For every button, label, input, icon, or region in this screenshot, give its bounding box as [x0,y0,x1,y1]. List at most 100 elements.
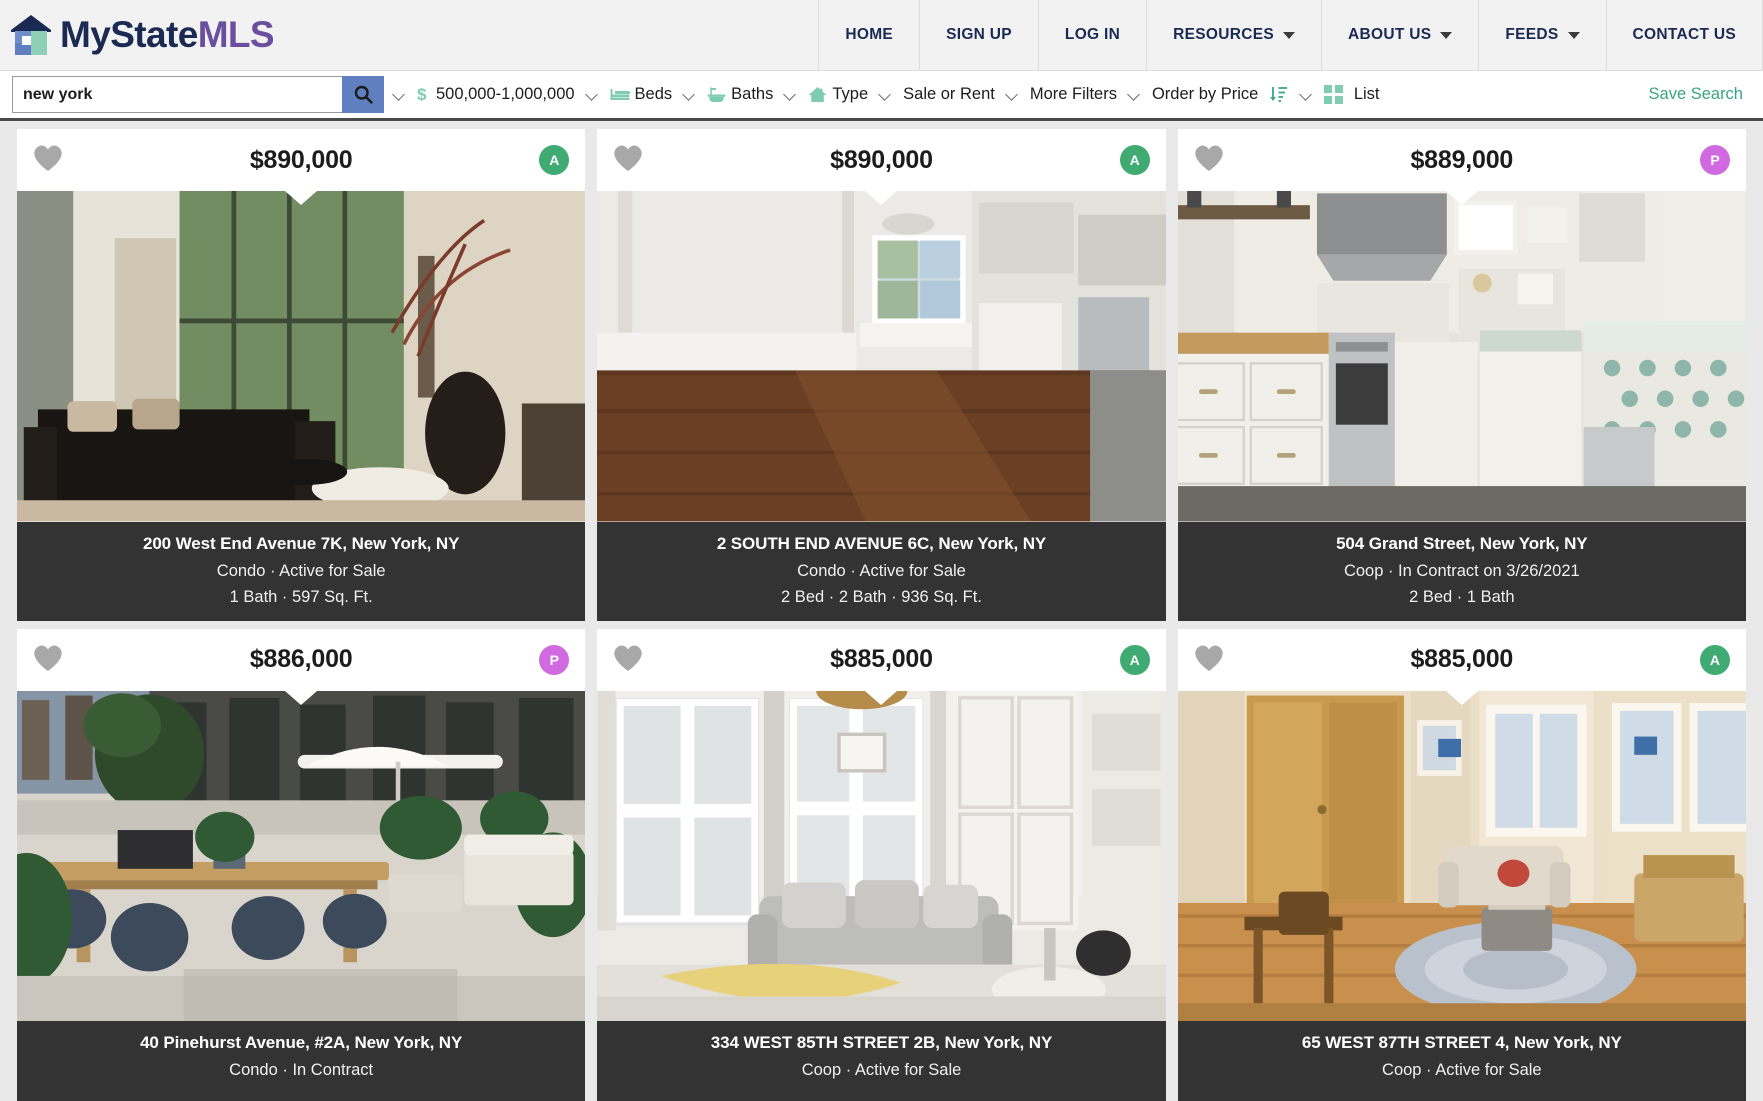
chevron-down-icon [1440,31,1453,39]
listing-address[interactable]: 2 SOUTH END AVENUE 6C, New York, NY [605,534,1157,554]
listing-meta: Condo · Active for Sale [216,561,386,580]
photo-notch [285,191,318,205]
filter-order-by-label: Order by Price [1151,85,1259,103]
listing-card[interactable]: $890,000 A [11,121,592,621]
listing-address[interactable]: 334 WEST 85TH STREET 2B, New York, NY [605,1033,1157,1053]
filter-price[interactable]: $ 500,000-1,000,000 [415,85,577,104]
filter-sale-or-rent[interactable]: Sale or Rent [901,85,997,104]
nav-item-sign-up[interactable]: SIGN UP [919,0,1038,70]
nav-label: SIGN UP [946,26,1012,43]
search-button[interactable] [342,76,384,113]
chevron-down-icon[interactable] [784,88,797,101]
nav-item-contact-us[interactable]: CONTACT US [1605,0,1763,70]
listing-meta: Coop · In Contract on 3/26/2021 [1343,561,1580,580]
site-logo[interactable]: MyStateMLS [0,0,275,70]
status-badge: A [1119,644,1150,675]
listing-address[interactable]: 40 Pinehurst Avenue, #2A, New York, NY [25,1033,577,1053]
filter-price-label: 500,000-1,000,000 [436,85,575,103]
chevron-down-icon[interactable] [586,88,599,101]
listing-photo[interactable] [1177,690,1746,1021]
listing-details: 334 WEST 85TH STREET 2B, New York, NY Co… [597,1021,1166,1101]
listing-photo[interactable] [597,191,1166,522]
listing-details: 2 SOUTH END AVENUE 6C, New York, NY Cond… [597,521,1166,621]
chevron-down-icon[interactable] [1006,88,1019,101]
search-box [12,76,384,113]
filter-type[interactable]: Type [806,85,870,104]
listing-card[interactable]: $885,000 A [591,620,1172,1101]
nav-item-home[interactable]: HOME [818,0,919,70]
chevron-down-icon[interactable] [1300,88,1313,101]
photo-kitchen-white-cabinets [1177,191,1746,522]
listing-price: $890,000 [249,145,353,174]
listing-address[interactable]: 200 West End Avenue 7K, New York, NY [25,534,577,554]
nav-item-feeds[interactable]: FEEDS [1478,0,1605,70]
favorite-heart-icon[interactable] [31,142,65,178]
chevron-down-icon[interactable] [683,88,696,101]
listing-card[interactable]: $890,000 A [591,121,1172,621]
status-badge: A [1119,145,1150,175]
listing-card-header: $885,000 A [1177,628,1746,691]
chevron-down-icon[interactable] [1128,88,1141,101]
filter-controls: $ 500,000-1,000,000 Beds Baths Type Sale… [384,71,1751,118]
filter-view-mode[interactable]: List [1322,85,1381,104]
photo-notch [1445,191,1478,205]
listing-grid: $890,000 A 200 West End Avenue 7K, New Y… [0,121,1763,1101]
grid-icon [1324,85,1343,104]
sort-descending-icon[interactable] [1269,85,1289,104]
listing-price: $885,000 [1410,645,1514,673]
logo-text-my: My [60,14,111,55]
logo-text-mls: MLS [197,14,275,55]
listing-specs: 2 Bed · 2 Bath · 936 Sq. Ft. [781,587,982,606]
listing-price: $885,000 [830,645,933,673]
save-search-link[interactable]: Save Search [1649,85,1751,104]
chevron-down-icon [1283,31,1295,39]
chevron-down-icon[interactable] [393,88,406,101]
photo-notch [865,191,898,205]
dollar-icon: $ [417,85,431,104]
nav-item-about-us[interactable]: ABOUT US [1321,0,1478,70]
filter-more-filters-label: More Filters [1029,85,1117,103]
listing-specs: 1 Bath · 597 Sq. Ft. [229,587,373,606]
bed-icon [610,87,630,102]
photo-living-room-gray-sofa [597,690,1166,1021]
listing-meta: Condo · In Contract [229,1061,374,1079]
status-badge: A [1699,644,1730,675]
listing-address[interactable]: 504 Grand Street, New York, NY [1186,534,1738,554]
favorite-heart-icon[interactable] [1192,142,1226,178]
listing-price: $886,000 [249,645,353,673]
listing-details: 504 Grand Street, New York, NY Coop · In… [1177,521,1746,621]
filter-order-by[interactable]: Order by Price [1150,85,1291,104]
listing-photo[interactable] [597,690,1166,1021]
listing-card[interactable]: $889,000 P 504 Grand Street, New York, N… [1171,121,1752,621]
favorite-heart-icon[interactable] [31,642,65,678]
house-logo-icon [8,12,54,58]
photo-empty-room-wood-floor [597,191,1166,522]
filter-beds[interactable]: Beds [608,85,675,104]
chevron-down-icon [1567,31,1580,39]
listing-details: 200 West End Avenue 7K, New York, NY Con… [17,521,586,621]
listing-photo[interactable] [17,191,586,522]
favorite-heart-icon[interactable] [1192,642,1226,678]
listing-card[interactable]: $885,000 A [1171,620,1752,1101]
main-navigation: HOME SIGN UP LOG IN RESOURCES ABOUT US F… [818,0,1763,70]
filter-baths[interactable]: Baths [705,85,775,104]
status-badge: P [1699,145,1730,175]
nav-item-log-in[interactable]: LOG IN [1037,0,1146,70]
filter-more-filters[interactable]: More Filters [1028,85,1119,104]
listing-card-header: $886,000 P [17,628,586,691]
status-badge: A [539,145,570,175]
listing-photo[interactable] [17,690,586,1021]
search-input[interactable] [12,76,342,113]
listing-photo[interactable] [1177,191,1746,522]
chevron-down-icon[interactable] [879,88,892,101]
nav-item-resources[interactable]: RESOURCES [1146,0,1321,70]
listing-card-header: $890,000 A [17,129,586,191]
listing-address[interactable]: 65 WEST 87TH STREET 4, New York, NY [1186,1033,1738,1053]
favorite-heart-icon[interactable] [611,142,645,178]
listing-card[interactable]: $886,000 P 40 Pinehurst Avenue, #2A, New… [11,620,592,1101]
search-icon [354,85,373,104]
favorite-heart-icon[interactable] [611,642,645,678]
listing-meta: Coop · Active for Sale [1382,1061,1542,1079]
filter-type-label: Type [832,85,869,103]
site-header: MyStateMLS HOME SIGN UP LOG IN RESOURCES… [0,0,1763,71]
